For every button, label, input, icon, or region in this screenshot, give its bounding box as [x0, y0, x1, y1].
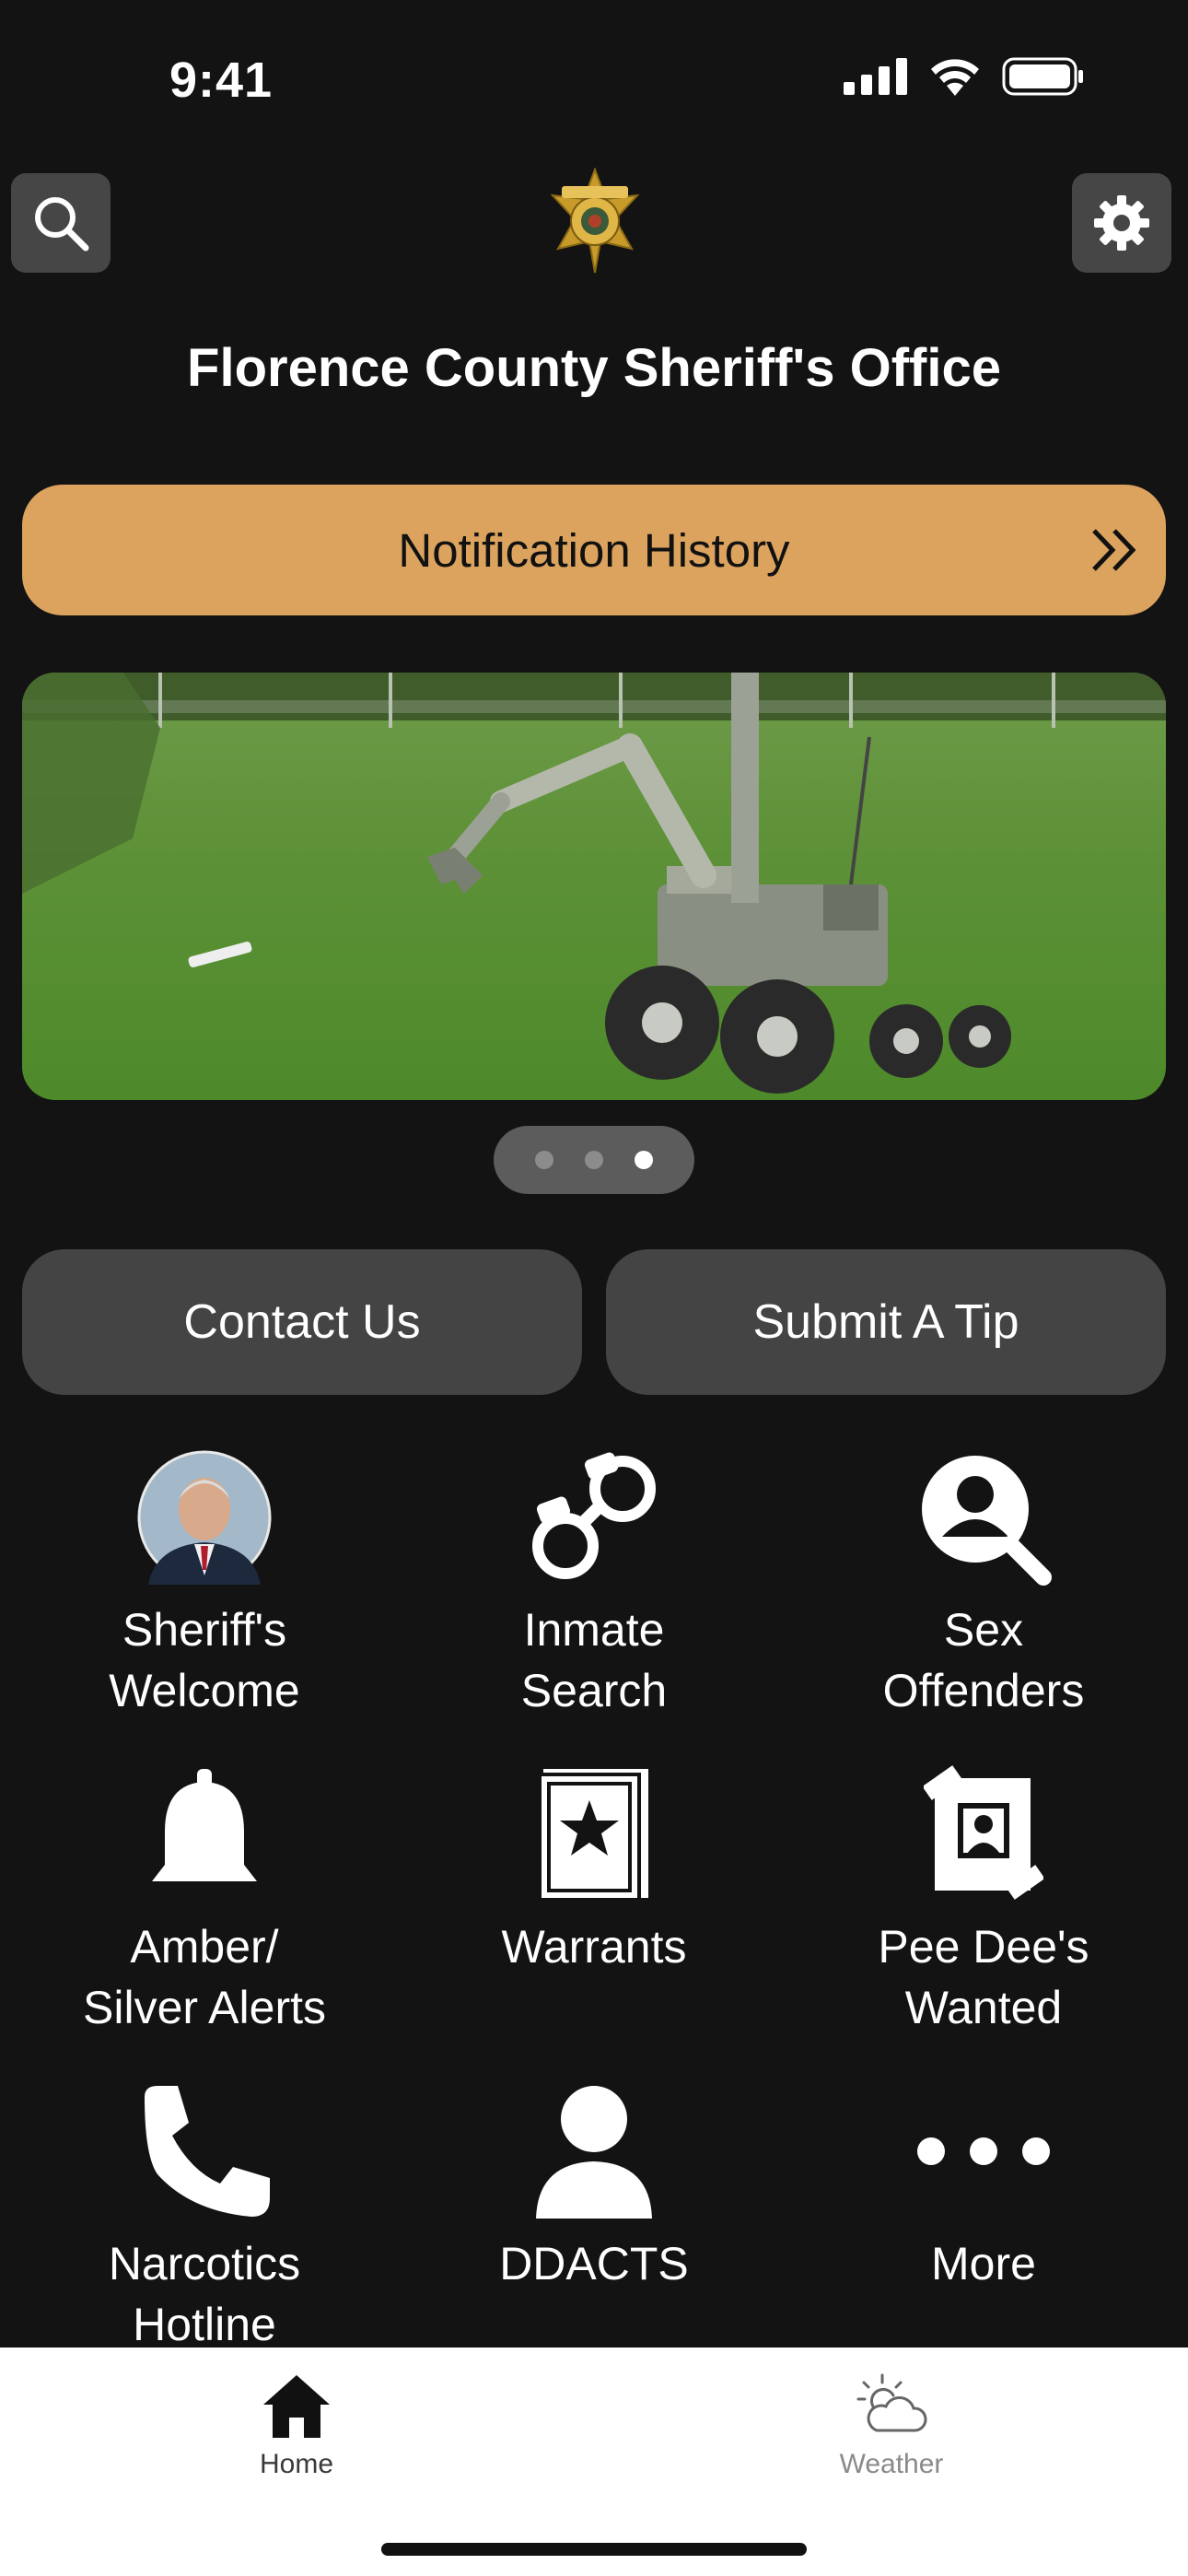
status-time: 9:41	[169, 53, 274, 108]
tile-label-line1: Amber/	[130, 1921, 279, 1973]
carousel-image[interactable]	[22, 673, 1166, 1100]
tab-bar: Home Weather	[0, 2348, 1188, 2576]
tile-pee-dees-wanted[interactable]: Pee Dee's Wanted	[790, 1765, 1177, 2038]
page-dot[interactable]	[585, 1151, 603, 1169]
tab-home[interactable]: Home	[158, 2371, 435, 2480]
tile-more[interactable]: More	[790, 2082, 1177, 2294]
home-icon	[263, 2375, 330, 2438]
sheriff-portrait	[137, 1450, 272, 1585]
contact-us-button[interactable]: Contact Us	[22, 1249, 582, 1395]
submit-tip-button[interactable]: Submit A Tip	[606, 1249, 1166, 1395]
person-icon	[536, 2086, 652, 2219]
tile-warrants[interactable]: Warrants	[401, 1765, 787, 1977]
tab-home-label: Home	[259, 2449, 334, 2479]
tile-narcotics-hotline[interactable]: Narcotics Hotline	[11, 2082, 398, 2355]
wifi-icon	[931, 59, 979, 96]
tile-label-line1: Narcotics	[108, 2238, 301, 2289]
bomb-robot-photo	[22, 673, 1166, 1100]
person-search-icon	[922, 1456, 1052, 1586]
tile-label-line1: Inmate	[523, 1604, 665, 1656]
more-dots-icon	[917, 2137, 1050, 2165]
tile-label-line2: Hotline	[133, 2299, 276, 2350]
tile-ddacts[interactable]: DDACTS	[401, 2082, 787, 2294]
home-indicator	[381, 2543, 807, 2556]
tile-label-line1: DDACTS	[499, 2238, 689, 2289]
page-title: Florence County Sheriff's Office	[187, 338, 1001, 398]
tab-weather[interactable]: Weather	[753, 2371, 1030, 2480]
tile-label-line1: Sex	[943, 1604, 1024, 1656]
tile-sheriffs-welcome[interactable]: Sheriff's Welcome	[11, 1448, 398, 1721]
battery-icon	[1002, 57, 1083, 96]
tile-label-line1: Warrants	[501, 1921, 687, 1973]
double-chevron-right-icon	[1092, 529, 1136, 571]
signal-icon	[844, 58, 907, 95]
search-button[interactable]	[11, 173, 111, 273]
warrant-star-icon	[538, 1769, 648, 1902]
notification-history-button[interactable]: Notification History	[22, 485, 1166, 615]
phone-icon	[145, 2086, 270, 2217]
gear-icon	[1094, 195, 1149, 251]
tile-label-line2: Offenders	[882, 1665, 1085, 1716]
tile-label-line2: Wanted	[904, 1982, 1063, 2033]
search-icon	[35, 197, 89, 252]
notification-history-label: Notification History	[398, 523, 790, 577]
settings-button[interactable]	[1072, 173, 1171, 273]
carousel-page-indicator[interactable]	[494, 1126, 694, 1194]
sheriff-badge-logo	[550, 168, 640, 274]
wanted-poster-icon	[924, 1765, 1043, 1900]
tile-label-line2: Search	[520, 1665, 668, 1716]
status-icons	[844, 57, 1085, 96]
tile-amber-silver-alerts[interactable]: Amber/Silver Alerts	[11, 1765, 398, 2038]
tile-label-line2: Welcome	[109, 1665, 300, 1716]
tile-label-line1: Pee Dee's	[878, 1921, 1089, 1973]
handcuffs-icon	[532, 1452, 656, 1579]
tile-sex-offenders[interactable]: Sex Offenders	[790, 1448, 1177, 1721]
tile-inmate-search[interactable]: Inmate Search	[401, 1448, 787, 1721]
tile-label-line1: Sheriff's	[122, 1604, 287, 1656]
weather-partly-cloudy-icon	[856, 2373, 927, 2432]
page-dot-active[interactable]	[635, 1151, 653, 1169]
tile-label-line1: More	[931, 2238, 1036, 2289]
bell-icon	[152, 1769, 257, 1881]
tile-label-line2: Silver Alerts	[83, 1982, 326, 2033]
page-dot[interactable]	[535, 1151, 553, 1169]
tab-weather-label: Weather	[839, 2449, 944, 2479]
